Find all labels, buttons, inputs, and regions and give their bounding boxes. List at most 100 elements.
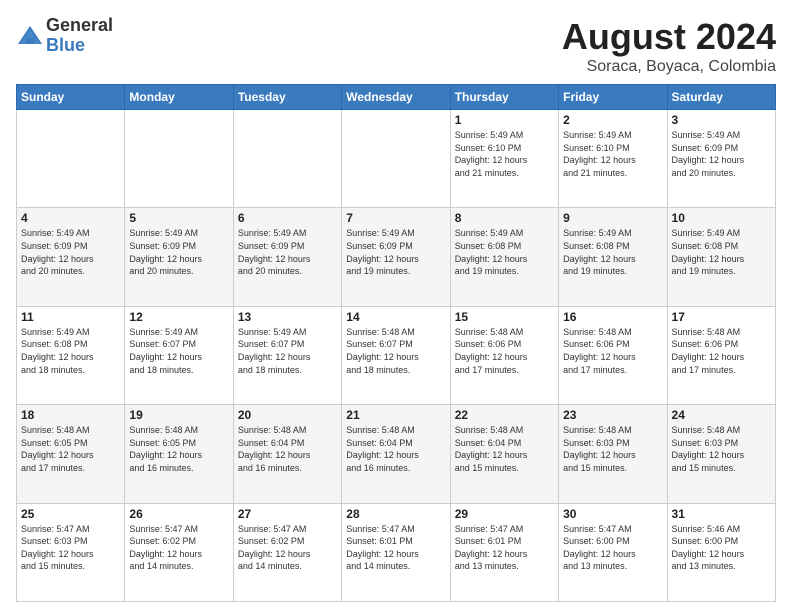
cell-info: Sunrise: 5:47 AM Sunset: 6:00 PM Dayligh… xyxy=(563,523,662,573)
calendar-cell: 29 Sunrise: 5:47 AM Sunset: 6:01 PM Dayli… xyxy=(450,503,558,601)
day-number: 1 xyxy=(455,113,554,127)
day-number: 12 xyxy=(129,310,228,324)
cell-info: Sunrise: 5:49 AM Sunset: 6:08 PM Dayligh… xyxy=(455,227,554,277)
day-of-week-header: Thursday xyxy=(450,85,558,110)
calendar-cell: 12 Sunrise: 5:49 AM Sunset: 6:07 PM Dayli… xyxy=(125,306,233,404)
calendar-cell: 21 Sunrise: 5:48 AM Sunset: 6:04 PM Dayli… xyxy=(342,405,450,503)
calendar-cell: 18Sunrise: 5:48 AM Sunset: 6:05 PM Dayli… xyxy=(17,405,125,503)
day-number: 3 xyxy=(672,113,771,127)
title-month: August 2024 xyxy=(562,16,776,58)
day-number: 22 xyxy=(455,408,554,422)
header: General Blue August 2024 Soraca, Boyaca,… xyxy=(16,16,776,76)
day-number: 27 xyxy=(238,507,337,521)
cell-info: Sunrise: 5:49 AM Sunset: 6:09 PM Dayligh… xyxy=(346,227,445,277)
calendar-cell: 20 Sunrise: 5:48 AM Sunset: 6:04 PM Dayli… xyxy=(233,405,341,503)
cell-info: Sunrise: 5:48 AM Sunset: 6:04 PM Dayligh… xyxy=(346,424,445,474)
calendar-cell: 25 Sunrise: 5:47 AM Sunset: 6:03 PM Dayli… xyxy=(17,503,125,601)
day-number: 7 xyxy=(346,211,445,225)
cell-info: Sunrise: 5:48 AM Sunset: 6:06 PM Dayligh… xyxy=(672,326,771,376)
day-number: 11 xyxy=(21,310,120,324)
cell-info: Sunrise: 5:49 AM Sunset: 6:09 PM Dayligh… xyxy=(672,129,771,179)
cell-info: Sunrise: 5:46 AM Sunset: 6:00 PM Dayligh… xyxy=(672,523,771,573)
day-number: 15 xyxy=(455,310,554,324)
calendar-table: SundayMondayTuesdayWednesdayThursdayFrid… xyxy=(16,84,776,602)
calendar-cell xyxy=(17,110,125,208)
cell-info: Sunrise: 5:48 AM Sunset: 6:04 PM Dayligh… xyxy=(238,424,337,474)
cell-info: Sunrise: 5:48 AM Sunset: 6:07 PM Dayligh… xyxy=(346,326,445,376)
calendar-cell: 28 Sunrise: 5:47 AM Sunset: 6:01 PM Dayli… xyxy=(342,503,450,601)
calendar-cell: 24 Sunrise: 5:48 AM Sunset: 6:03 PM Dayli… xyxy=(667,405,775,503)
day-number: 6 xyxy=(238,211,337,225)
day-number: 21 xyxy=(346,408,445,422)
cell-info: Sunrise: 5:47 AM Sunset: 6:03 PM Dayligh… xyxy=(21,523,120,573)
calendar-cell xyxy=(342,110,450,208)
calendar-header-row: SundayMondayTuesdayWednesdayThursdayFrid… xyxy=(17,85,776,110)
calendar-week-row: 25 Sunrise: 5:47 AM Sunset: 6:03 PM Dayli… xyxy=(17,503,776,601)
calendar-week-row: 18 Sunrise: 5:48 AM Sunset: 6:05 PM Dayli… xyxy=(17,405,776,503)
calendar-cell: 7 Sunrise: 5:49 AM Sunset: 6:09 PM Daylig… xyxy=(342,208,450,306)
calendar-cell xyxy=(125,110,233,208)
calendar-cell: 16Sunrise: 5:48 AM Sunset: 6:06 PM Dayli… xyxy=(559,306,667,404)
cell-info: Sunrise: 5:48 AM Sunset: 6:06 PM Dayligh… xyxy=(455,326,554,376)
cell-info: Sunrise: 5:49 AM Sunset: 6:10 PM Dayligh… xyxy=(455,129,554,179)
day-number: 14 xyxy=(346,310,445,324)
cell-info: Sunrise: 5:47 AM Sunset: 6:01 PM Dayligh… xyxy=(455,523,554,573)
cell-info: Sunrise: 5:48 AM Sunset: 6:04 PM Dayligh… xyxy=(455,424,554,474)
calendar-page: General Blue August 2024 Soraca, Boyaca,… xyxy=(0,0,792,612)
calendar-week-row: 1 Sunrise: 5:49 AM Sunset: 6:10 PM Daylig… xyxy=(17,110,776,208)
cell-info: Sunrise: 5:47 AM Sunset: 6:02 PM Dayligh… xyxy=(238,523,337,573)
calendar-cell: 15 Sunrise: 5:48 AM Sunset: 6:06 PM Dayli… xyxy=(450,306,558,404)
calendar-cell: 2 Sunrise: 5:49 AM Sunset: 6:10 PM Daylig… xyxy=(559,110,667,208)
day-number: 25 xyxy=(21,507,120,521)
calendar-cell: 4 Sunrise: 5:49 AM Sunset: 6:09 PM Daylig… xyxy=(17,208,125,306)
calendar-cell: 6 Sunrise: 5:49 AM Sunset: 6:09 PM Daylig… xyxy=(233,208,341,306)
day-number: 20 xyxy=(238,408,337,422)
logo-icon xyxy=(16,22,44,50)
day-number: 17 xyxy=(672,310,771,324)
cell-info: Sunrise: 5:49 AM Sunset: 6:09 PM Dayligh… xyxy=(238,227,337,277)
cell-info: Sunrise: 5:49 AM Sunset: 6:09 PM Dayligh… xyxy=(21,227,120,277)
calendar-cell: 11 Sunrise: 5:49 AM Sunset: 6:08 PM Dayli… xyxy=(17,306,125,404)
day-of-week-header: Sunday xyxy=(17,85,125,110)
calendar-cell: 30Sunrise: 5:47 AM Sunset: 6:00 PM Dayli… xyxy=(559,503,667,601)
calendar-cell: 23Sunrise: 5:48 AM Sunset: 6:03 PM Dayli… xyxy=(559,405,667,503)
day-number: 28 xyxy=(346,507,445,521)
logo-blue: Blue xyxy=(46,36,113,56)
day-number: 26 xyxy=(129,507,228,521)
calendar-cell: 13Sunrise: 5:49 AM Sunset: 6:07 PM Dayli… xyxy=(233,306,341,404)
logo-general: General xyxy=(46,16,113,36)
cell-info: Sunrise: 5:49 AM Sunset: 6:08 PM Dayligh… xyxy=(672,227,771,277)
day-number: 18 xyxy=(21,408,120,422)
day-of-week-header: Friday xyxy=(559,85,667,110)
title-section: August 2024 Soraca, Boyaca, Colombia xyxy=(562,16,776,76)
calendar-cell: 9Sunrise: 5:49 AM Sunset: 6:08 PM Daylig… xyxy=(559,208,667,306)
calendar-cell: 10Sunrise: 5:49 AM Sunset: 6:08 PM Dayli… xyxy=(667,208,775,306)
calendar-cell: 14 Sunrise: 5:48 AM Sunset: 6:07 PM Dayli… xyxy=(342,306,450,404)
day-number: 23 xyxy=(563,408,662,422)
cell-info: Sunrise: 5:48 AM Sunset: 6:03 PM Dayligh… xyxy=(672,424,771,474)
cell-info: Sunrise: 5:47 AM Sunset: 6:01 PM Dayligh… xyxy=(346,523,445,573)
cell-info: Sunrise: 5:49 AM Sunset: 6:09 PM Dayligh… xyxy=(129,227,228,277)
day-number: 4 xyxy=(21,211,120,225)
day-number: 24 xyxy=(672,408,771,422)
calendar-cell: 17 Sunrise: 5:48 AM Sunset: 6:06 PM Dayli… xyxy=(667,306,775,404)
day-number: 2 xyxy=(563,113,662,127)
cell-info: Sunrise: 5:48 AM Sunset: 6:05 PM Dayligh… xyxy=(129,424,228,474)
calendar-cell: 3 Sunrise: 5:49 AM Sunset: 6:09 PM Daylig… xyxy=(667,110,775,208)
cell-info: Sunrise: 5:49 AM Sunset: 6:08 PM Dayligh… xyxy=(21,326,120,376)
day-of-week-header: Wednesday xyxy=(342,85,450,110)
logo-text: General Blue xyxy=(46,16,113,56)
day-number: 29 xyxy=(455,507,554,521)
calendar-cell: 22 Sunrise: 5:48 AM Sunset: 6:04 PM Dayli… xyxy=(450,405,558,503)
cell-info: Sunrise: 5:49 AM Sunset: 6:10 PM Dayligh… xyxy=(563,129,662,179)
day-number: 9 xyxy=(563,211,662,225)
day-number: 31 xyxy=(672,507,771,521)
calendar-cell: 8 Sunrise: 5:49 AM Sunset: 6:08 PM Daylig… xyxy=(450,208,558,306)
cell-info: Sunrise: 5:49 AM Sunset: 6:07 PM Dayligh… xyxy=(129,326,228,376)
day-of-week-header: Monday xyxy=(125,85,233,110)
calendar-cell: 26Sunrise: 5:47 AM Sunset: 6:02 PM Dayli… xyxy=(125,503,233,601)
calendar-cell: 19Sunrise: 5:48 AM Sunset: 6:05 PM Dayli… xyxy=(125,405,233,503)
calendar-cell: 31 Sunrise: 5:46 AM Sunset: 6:00 PM Dayli… xyxy=(667,503,775,601)
day-number: 8 xyxy=(455,211,554,225)
cell-info: Sunrise: 5:49 AM Sunset: 6:07 PM Dayligh… xyxy=(238,326,337,376)
